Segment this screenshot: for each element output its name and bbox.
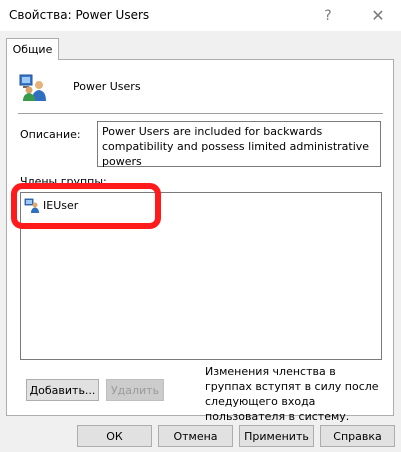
help-button[interactable]: ? <box>305 0 351 31</box>
add-button[interactable]: Добавить... <box>26 379 99 401</box>
remove-button[interactable]: Удалить <box>106 379 164 401</box>
window-title: Свойства: Power Users <box>9 8 150 22</box>
title-bar: Свойства: Power Users ? ✕ <box>0 0 401 31</box>
tab-general[interactable]: Общие <box>6 38 59 60</box>
close-button[interactable]: ✕ <box>355 0 401 31</box>
help-dialog-button[interactable]: Справка <box>320 425 395 447</box>
description-label: Описание: <box>20 128 81 141</box>
cancel-button[interactable]: Отмена <box>158 425 233 447</box>
ok-button[interactable]: ОК <box>77 425 152 447</box>
membership-note: Изменения членства в группах вступят в с… <box>205 365 379 423</box>
separator <box>18 113 383 114</box>
description-field[interactable]: Power Users are included for backwards c… <box>97 121 381 168</box>
group-name: Power Users <box>73 80 141 93</box>
apply-button[interactable]: Применить <box>239 425 314 447</box>
highlight-annotation <box>11 183 161 229</box>
user-group-icon <box>19 74 46 101</box>
